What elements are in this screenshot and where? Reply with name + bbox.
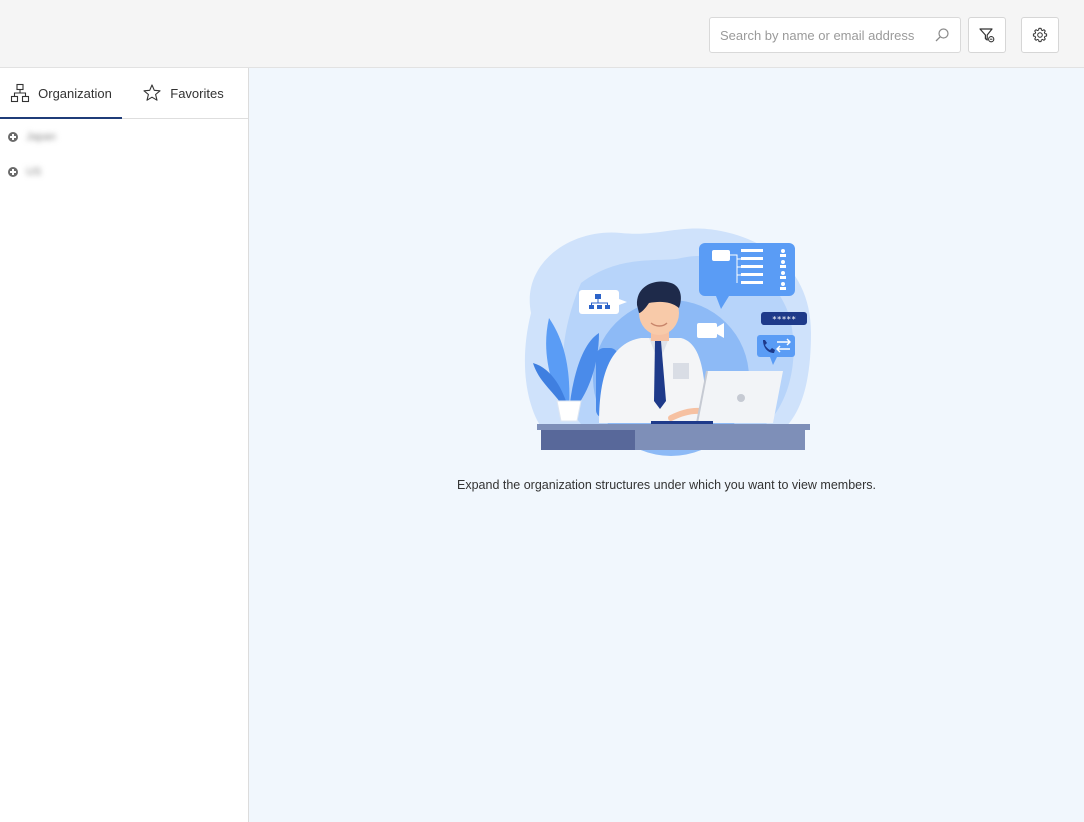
tab-organization[interactable]: Organization	[0, 68, 122, 119]
tree-item-label: Japan	[26, 130, 56, 143]
empty-state-illustration: *****	[524, 228, 811, 456]
tree-item-japan[interactable]: Japan	[0, 119, 248, 154]
expand-icon[interactable]	[8, 131, 18, 142]
tree-item-label: US	[26, 165, 42, 178]
empty-state-hint: Expand the organization structures under…	[457, 478, 876, 492]
star-icon	[143, 84, 161, 101]
gear-icon	[1032, 27, 1048, 43]
expand-icon[interactable]	[8, 166, 18, 177]
search-input[interactable]	[710, 18, 930, 52]
tree-item-us[interactable]: US	[0, 154, 248, 189]
tab-favorites[interactable]: Favorites	[122, 68, 244, 118]
top-toolbar	[0, 0, 1084, 68]
filter-icon	[979, 28, 995, 43]
org-chart-icon	[11, 83, 30, 103]
organization-tree: Japan US	[0, 119, 248, 189]
sidebar: Organization Favorites Japan US	[0, 68, 249, 822]
password-bubble-text: *****	[772, 315, 796, 324]
sidebar-tabs: Organization Favorites	[0, 68, 248, 119]
filter-button[interactable]	[968, 17, 1006, 53]
tab-favorites-label: Favorites	[170, 85, 224, 101]
main-content: ***** Expand the organization structures…	[249, 68, 1084, 822]
search-icon[interactable]	[934, 27, 950, 43]
tab-organization-label: Organization	[38, 85, 112, 101]
settings-button[interactable]	[1021, 17, 1059, 53]
search-box[interactable]	[709, 17, 961, 53]
